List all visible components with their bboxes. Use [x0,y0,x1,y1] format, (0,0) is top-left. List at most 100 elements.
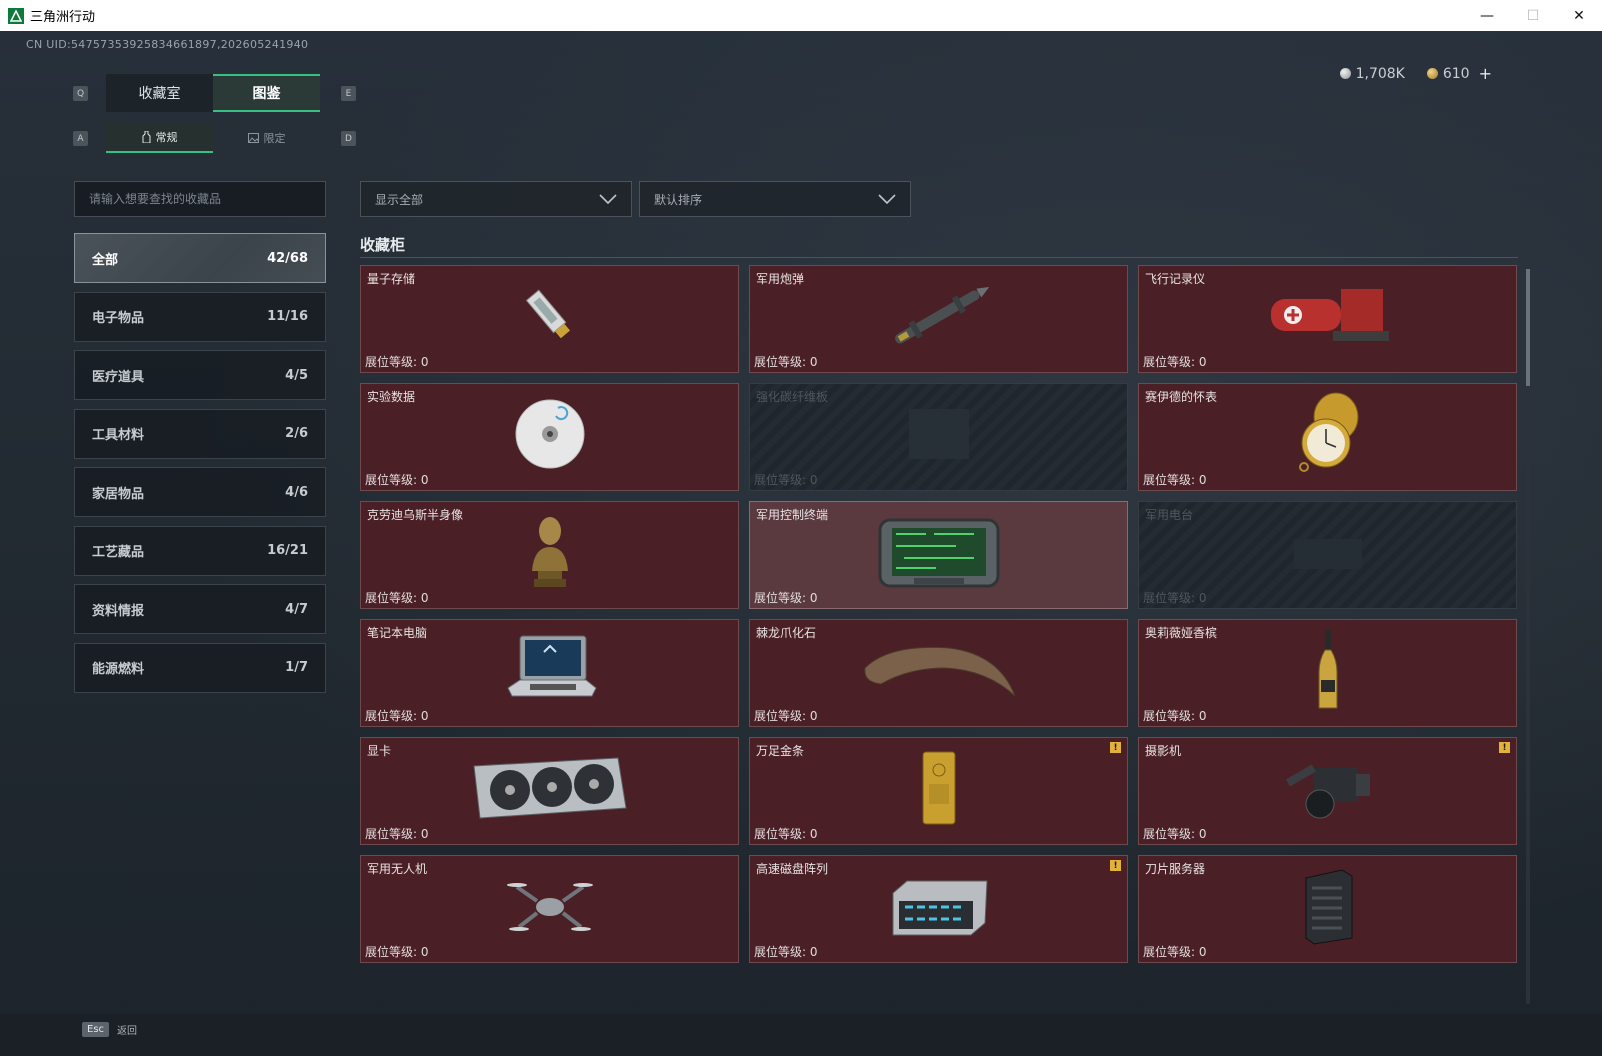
back-button[interactable]: Esc 返回 [82,1022,137,1037]
category-all[interactable]: 全部 42/68 [74,233,326,283]
item-name: 摄影机 [1145,744,1182,758]
minimize-button[interactable]: — [1464,0,1510,31]
item-name: 军用无人机 [367,862,428,876]
silver-coin-icon [1339,68,1351,79]
category-crafts[interactable]: 工艺藏品 16/21 [74,525,326,576]
maximize-button[interactable]: ☐ [1510,0,1556,31]
category-label: 工具材料 [92,428,145,443]
category-label: 全部 [92,252,119,268]
category-count: 42/68 [267,250,308,266]
missile-icon [879,278,999,358]
category-list: 全部 42/68 电子物品 11/16 医疗道具 4/5 工具材料 2/6 家居… [74,233,326,701]
gold-coin-icon [1426,68,1438,79]
item-card-claw-fossil[interactable]: 棘龙爪化石 展位等级: 0 [749,619,1128,727]
new-badge: ! [1499,742,1510,753]
item-card-disk-array[interactable]: ! 高速磁盘阵列 展位等级: 0 [749,855,1128,963]
item-name: 克劳迪乌斯半身像 [367,508,464,522]
tab-collection-room[interactable]: 收藏室 [106,74,213,112]
category-tools[interactable]: 工具材料 2/6 [74,408,326,459]
player-uid: CN UID:54757353925834661897,202605241940 [26,38,309,51]
subtab-limited[interactable]: 限定 [213,123,320,153]
silver-amount: 1,708K [1355,65,1405,82]
tab-catalog[interactable]: 图鉴 [213,74,320,112]
category-electronics[interactable]: 电子物品 11/16 [74,291,326,342]
category-count: 11/16 [267,309,308,324]
category-count: 2/6 [285,426,308,441]
item-card-carbon-plate[interactable]: 强化碳纤维板 展位等级: 0 [749,383,1128,491]
item-card-drone[interactable]: 军用无人机 展位等级: 0 [360,855,739,963]
item-level: 展位等级: 0 [754,473,818,487]
picture-icon [247,133,259,143]
collection-grid: 量子存储 展位等级: 0 军用炮弹 展位等级: 0 飞行记录仪 展位等级: 0 … [360,265,1518,963]
item-level: 展位等级: 0 [365,709,429,723]
subtab-limited-label: 限定 [263,132,286,145]
keyhint-next-subtab[interactable]: D [341,131,356,146]
window-titlebar: 三角洲行动 — ☐ ✕ [0,0,1602,31]
item-name: 笔记本电脑 [367,626,428,640]
sort-dropdown[interactable]: 默认排序 [639,181,911,217]
item-name: 高速磁盘阵列 [756,862,829,876]
keyhint-next-tab[interactable]: E [341,86,356,101]
item-card-flight-recorder[interactable]: 飞行记录仪 展位等级: 0 [1138,265,1517,373]
keyhint-prev-subtab[interactable]: A [73,131,88,146]
category-count: 1/7 [285,660,308,675]
disk-array-icon [887,871,991,945]
close-button[interactable]: ✕ [1556,0,1602,31]
category-household[interactable]: 家居物品 4/6 [74,467,326,517]
item-level: 展位等级: 0 [754,827,818,841]
drone-icon [505,871,595,945]
disc-icon [514,398,586,474]
item-name: 万足金条 [756,744,805,758]
usb-drive-icon [515,281,585,355]
item-card-experiment-data[interactable]: 实验数据 展位等级: 0 [360,383,739,491]
category-label: 电子物品 [92,311,145,326]
item-card-pocket-watch[interactable]: 赛伊德的怀表 展位等级: 0 [1138,383,1517,491]
item-card-camera[interactable]: ! 摄影机 展位等级: 0 [1138,737,1517,845]
item-card-control-terminal[interactable]: 军用控制终端 展位等级: 0 [749,501,1128,609]
carbon-plate-icon [904,404,974,468]
sub-tabs: 常规 限定 [106,123,320,153]
item-level: 展位等级: 0 [365,355,429,369]
keyhint-prev-tab[interactable]: Q [73,86,88,101]
item-card-graphics-card[interactable]: 显卡 展位等级: 0 [360,737,739,845]
item-card-champagne[interactable]: 奥莉薇娅香槟 展位等级: 0 [1138,619,1517,727]
item-level: 展位等级: 0 [754,355,818,369]
item-card-laptop[interactable]: 笔记本电脑 展位等级: 0 [360,619,739,727]
item-card-claudius-bust[interactable]: 克劳迪乌斯半身像 展位等级: 0 [360,501,739,609]
category-count: 4/5 [285,367,308,383]
blade-server-icon [1296,866,1360,950]
item-name: 赛伊德的怀表 [1145,390,1218,404]
item-level: 展位等级: 0 [1143,945,1207,959]
item-level: 展位等级: 0 [754,709,818,723]
category-intel[interactable]: 资料情报 4/7 [74,584,326,634]
item-card-quantum-storage[interactable]: 量子存储 展位等级: 0 [360,265,739,373]
sort-value: 默认排序 [654,192,703,207]
item-level: 展位等级: 0 [754,591,818,605]
item-card-military-shell[interactable]: 军用炮弹 展位等级: 0 [749,265,1128,373]
laptop-icon [500,630,600,714]
category-energy[interactable]: 能源燃料 1/7 [74,642,326,693]
section-divider [360,257,1518,258]
search-input[interactable] [74,181,326,217]
category-label: 医疗道具 [92,369,145,385]
item-name: 实验数据 [367,390,416,404]
display-filter-value: 显示全部 [375,192,424,207]
currency-bar: 1,708K 610 + [1339,64,1492,83]
gpu-icon [468,752,632,828]
flight-recorder-icon [1263,281,1393,355]
item-name: 棘龙爪化石 [756,626,817,640]
category-count: 16/21 [267,543,308,558]
add-currency-button[interactable]: + [1479,64,1492,83]
control-terminal-icon [874,512,1004,596]
category-label: 家居物品 [92,486,145,502]
subtab-regular[interactable]: 常规 [106,123,213,153]
grid-scrollbar[interactable] [1526,269,1530,1004]
item-card-gold-bar[interactable]: ! 万足金条 展位等级: 0 [749,737,1128,845]
display-filter-dropdown[interactable]: 显示全部 [360,181,632,217]
pocket-watch-icon [1288,391,1368,481]
camera-icon [1280,750,1376,830]
category-medical[interactable]: 医疗道具 4/5 [74,350,326,400]
scrollbar-thumb[interactable] [1526,269,1530,386]
item-card-military-radio[interactable]: 军用电台 展位等级: 0 [1138,501,1517,609]
item-card-blade-server[interactable]: 刀片服务器 展位等级: 0 [1138,855,1517,963]
